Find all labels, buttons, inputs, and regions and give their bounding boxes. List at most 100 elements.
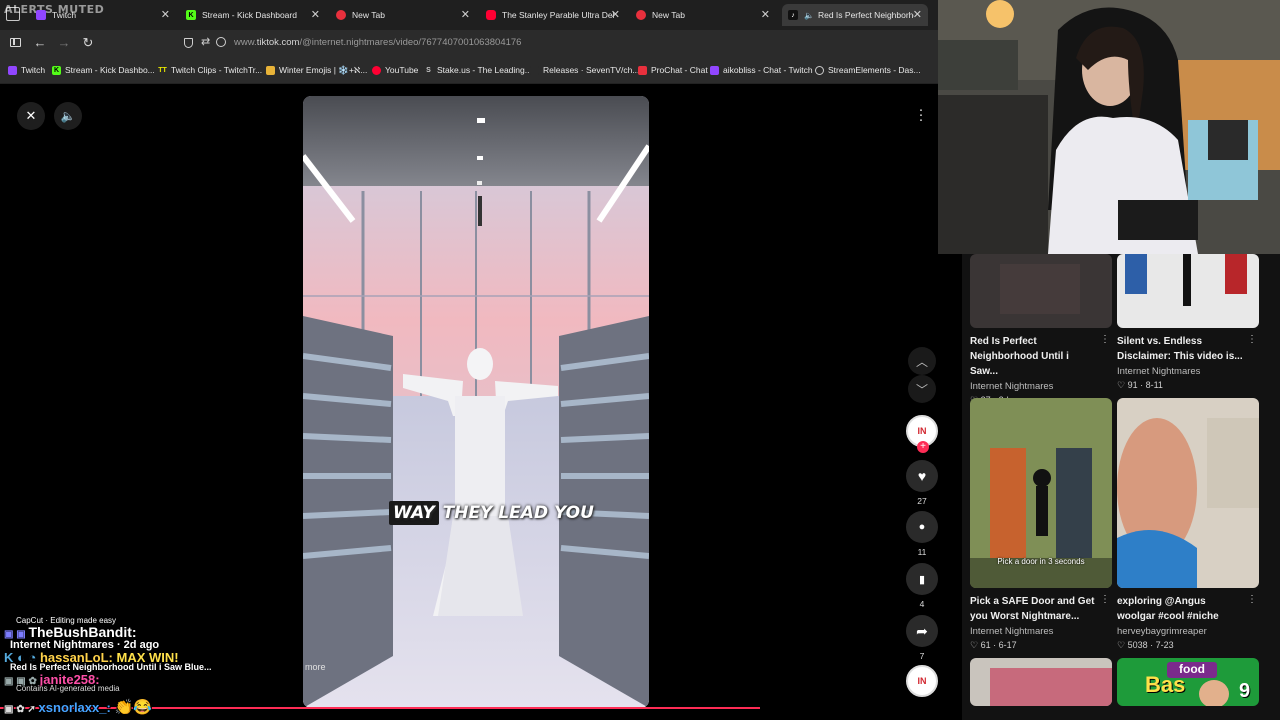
opera-icon	[336, 10, 346, 20]
bookmark-twitch[interactable]: Twitch	[8, 65, 45, 75]
video-card[interactable]	[970, 658, 1112, 706]
close-tab-icon[interactable]: ✕	[611, 8, 620, 21]
facecam-bubble	[1199, 680, 1229, 706]
video-thumbnail[interactable]	[970, 658, 1112, 706]
screen: ALERTS MUTED Twitch ✕ K Stream - Kick Da…	[0, 0, 1280, 720]
sound-avatar-group[interactable]: IN	[906, 665, 938, 697]
speaker-icon[interactable]: 🔈	[804, 11, 814, 20]
next-video-button[interactable]: ﹀	[908, 375, 936, 403]
thumbnail-image	[1117, 398, 1259, 588]
video-card[interactable]: exploring @Angus woolgar #cool #niche ⋮ …	[1117, 398, 1259, 651]
creator-avatar-group[interactable]: IN +	[906, 415, 938, 453]
video-card[interactable]: Red Is Perfect Neighborhood Until i Saw.…	[970, 254, 1112, 406]
comment-button[interactable]: ●	[906, 511, 938, 543]
card-title[interactable]: exploring @Angus woolgar #cool #niche	[1117, 594, 1259, 624]
video-thumbnail[interactable]: food Bas 9	[1117, 658, 1259, 706]
emote-icon: 👏😂	[114, 699, 152, 716]
bookmark-winter-emojis[interactable]: Winter Emojis | ❄️+ℵ...	[266, 65, 367, 76]
share-group[interactable]: ➦ 7	[906, 615, 938, 661]
thumbnail-image	[1117, 254, 1259, 328]
close-tab-icon[interactable]: ✕	[161, 8, 170, 21]
tab-new-tab-1[interactable]: New Tab ✕	[330, 4, 476, 26]
video-player[interactable]: WAY THEY LEAD YOU more	[303, 96, 649, 708]
heart-icon: ♥	[917, 468, 927, 484]
comment-group[interactable]: ● 11	[906, 511, 938, 557]
bookmark-label: Stream - Kick Dashbo...	[65, 65, 155, 75]
bookmark-youtube[interactable]: YouTube	[372, 65, 418, 75]
video-thumbnail[interactable]: Pick a door in 3 seconds	[970, 398, 1112, 588]
like-button[interactable]: ♥	[906, 460, 938, 492]
card-title[interactable]: Red Is Perfect Neighborhood Until i Saw.…	[970, 334, 1112, 379]
url-field[interactable]: www.tiktok.com/@internet.nightmares/vide…	[234, 37, 521, 48]
close-tab-icon[interactable]: ✕	[913, 8, 922, 21]
follow-plus-icon[interactable]: +	[917, 441, 929, 453]
save-group[interactable]: ▮ 4	[906, 563, 938, 609]
tab-stanley-parable[interactable]: The Stanley Parable Ultra Delux ✕	[480, 4, 626, 26]
bookmark-streamelements[interactable]: StreamElements - Das...	[815, 65, 921, 75]
card-author[interactable]: Internet Nightmares	[970, 626, 1112, 637]
more-options-icon[interactable]: ⋮	[1247, 334, 1257, 345]
more-options-icon[interactable]: ⋮	[1247, 594, 1257, 605]
like-count: 27	[917, 496, 927, 506]
card-author[interactable]: Internet Nightmares	[1117, 366, 1259, 377]
close-player-button[interactable]: ✕	[17, 102, 45, 130]
youtube-icon	[486, 10, 496, 20]
card-date: 7-23	[1155, 640, 1174, 650]
back-arrow-icon[interactable]: ←	[32, 35, 48, 51]
kick-icon: K	[186, 10, 196, 20]
tab-twitch[interactable]: Twitch ✕	[30, 4, 176, 26]
tab-tiktok-active[interactable]: ♪ 🔈 Red Is Perfect Neighborhoo ✕	[782, 4, 928, 26]
share-button[interactable]: ➦	[906, 615, 938, 647]
camera-blocked-icon[interactable]	[216, 37, 226, 47]
bookmark-twitch-clips[interactable]: TT Twitch Clips - TwitchTr...	[158, 65, 262, 75]
more-options-icon[interactable]: ⋮	[1100, 594, 1110, 605]
more-options-icon[interactable]: ⋮	[1100, 334, 1110, 345]
sidebar-toggle-icon[interactable]	[10, 38, 21, 47]
more-link[interactable]: more	[305, 662, 326, 672]
card-title[interactable]: Pick a SAFE Door and Get you Worst Night…	[970, 594, 1112, 624]
chat-line: ▣ ▣ TheBushBandit:	[4, 624, 137, 640]
github-icon	[530, 65, 539, 75]
video-thumbnail[interactable]	[970, 254, 1112, 328]
tab-kick-dashboard[interactable]: K Stream - Kick Dashboard ✕	[180, 4, 326, 26]
close-tab-icon[interactable]: ✕	[311, 8, 320, 21]
save-count: 4	[919, 599, 925, 609]
bookmark-prochat[interactable]: ProChat - Chat	[638, 65, 708, 75]
bookmark-stake[interactable]: S Stake.us - The Leading...	[424, 65, 532, 75]
reload-icon[interactable]: ↻	[80, 35, 96, 51]
card-author[interactable]: herveybaygrimreaper	[1117, 626, 1259, 637]
kick-icon: K	[52, 65, 61, 75]
video-thumbnail[interactable]	[1117, 254, 1259, 328]
shield-icon[interactable]	[184, 38, 193, 48]
video-card[interactable]: food Bas 9	[1117, 658, 1259, 706]
comment-icon: ●	[918, 521, 926, 533]
tab-new-tab-2[interactable]: New Tab ✕	[630, 4, 776, 26]
volume-button[interactable]: 🔈	[54, 102, 82, 130]
tracker-icon[interactable]: ⇄	[201, 35, 210, 48]
close-tab-icon[interactable]: ✕	[761, 8, 770, 21]
forward-arrow-icon[interactable]: →	[56, 35, 72, 51]
avatar-text: IN	[917, 676, 927, 686]
video-card[interactable]: Silent vs. Endless Disclaimer: This vide…	[1117, 254, 1259, 391]
video-card[interactable]: Pick a door in 3 seconds Pick a SAFE Doo…	[970, 398, 1112, 651]
thumbnail-number: 9	[1239, 680, 1251, 702]
bookmark-kick[interactable]: K Stream - Kick Dashbo...	[52, 65, 155, 75]
card-title[interactable]: Silent vs. Endless Disclaimer: This vide…	[1117, 334, 1259, 364]
bookmark-aikobliss[interactable]: aikobliss - Chat - Twitch	[710, 65, 813, 75]
tab-label: The Stanley Parable Ultra Delux	[502, 10, 614, 20]
close-tab-icon[interactable]: ✕	[461, 8, 470, 21]
more-options-icon[interactable]: · · ·	[913, 102, 929, 127]
card-author[interactable]: Internet Nightmares	[970, 381, 1112, 392]
bookmark-label: Twitch Clips - TwitchTr...	[171, 65, 263, 75]
video-thumbnail[interactable]	[1117, 398, 1259, 588]
bookmark-button[interactable]: ▮	[906, 563, 938, 595]
sound-avatar[interactable]: IN	[906, 665, 938, 697]
comment-count: 11	[917, 547, 927, 557]
thumbnail-caption: Pick a door in 3 seconds	[997, 557, 1085, 566]
bookmark-icon: ▮	[918, 573, 926, 586]
bookmark-seventv[interactable]: Releases · SevenTV/ch...	[530, 65, 639, 75]
tab-strip: ALERTS MUTED Twitch ✕ K Stream - Kick Da…	[0, 0, 938, 30]
address-toolbar: ← → ↻ ⇄ www.tiktok.com/@internet.nightma…	[0, 30, 938, 56]
like-group[interactable]: ♥ 27	[906, 460, 938, 506]
previous-video-button[interactable]: ︿	[908, 347, 936, 375]
